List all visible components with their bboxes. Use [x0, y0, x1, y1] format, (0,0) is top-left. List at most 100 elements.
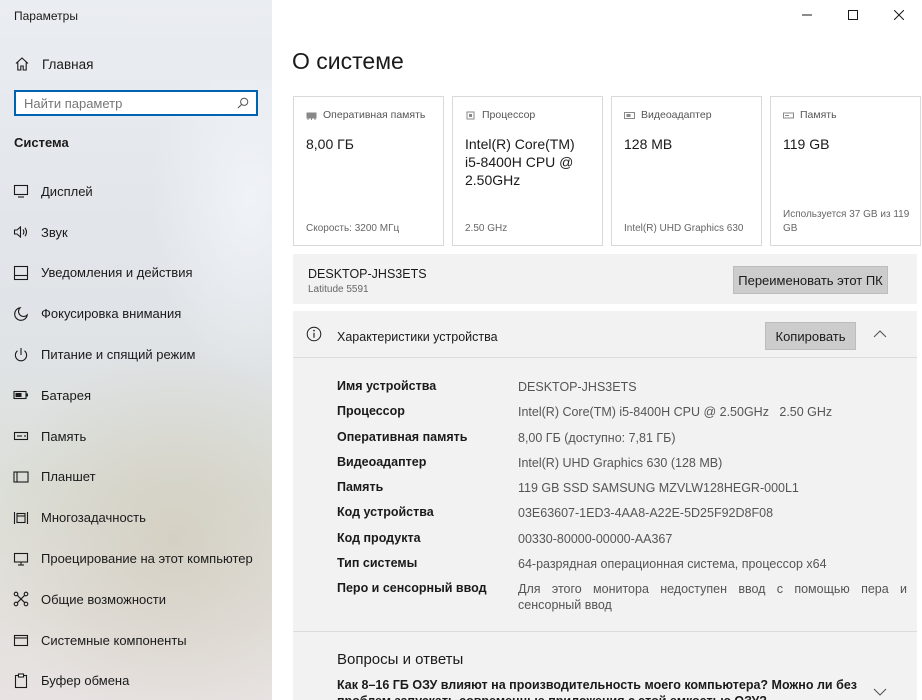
- clipboard-icon: [13, 673, 29, 689]
- card-sub: 2.50 GHz: [465, 223, 508, 234]
- pc-name: DESKTOP-JHS3ETS: [308, 267, 427, 281]
- maximize-button[interactable]: [830, 0, 876, 30]
- card-sub: Используется 37 GB из 119 GB: [783, 209, 910, 234]
- display-icon: [13, 183, 29, 199]
- spec-row: Процессор Intel(R) Core(TM) i5-8400H CPU …: [337, 404, 907, 429]
- sidebar-item-label: Многозадачность: [41, 510, 146, 526]
- battery-icon: [13, 387, 29, 403]
- sidebar-item-battery[interactable]: Батарея: [0, 375, 272, 416]
- spec-row: Имя устройства DESKTOP-JHS3ETS: [337, 379, 907, 404]
- sidebar-item-label: Уведомления и действия: [41, 265, 193, 281]
- device-specs-panel: Характеристики устройства Копировать Имя…: [293, 311, 917, 631]
- minimize-button[interactable]: [784, 0, 830, 30]
- sound-icon: [13, 224, 29, 240]
- sidebar-nav: Дисплей Звук Уведомления и действия Фоку…: [0, 171, 272, 700]
- card-value: Intel(R) Core(TM) i5-8400H CPU @ 2.50GHz: [465, 136, 575, 188]
- sidebar-item-display[interactable]: Дисплей: [0, 171, 272, 212]
- card-label: Видеоадаптер: [641, 109, 712, 121]
- close-icon: [894, 10, 904, 20]
- close-button[interactable]: [876, 0, 922, 30]
- card-sub: Intel(R) UHD Graphics 630: [624, 223, 744, 234]
- sidebar-item-tablet[interactable]: Планшет: [0, 457, 272, 498]
- device-specs-header[interactable]: Характеристики устройства Копировать: [293, 311, 917, 358]
- spec-key: Тип системы: [337, 556, 418, 571]
- spec-row: Перо и сенсорный ввод Для этого монитора …: [337, 581, 907, 613]
- info-icon: [306, 326, 322, 342]
- spec-value: 119 GB SSD SAMSUNG MZVLW128HEGR-000L1: [518, 481, 799, 496]
- sidebar-item-shared-experiences[interactable]: Общие возможности: [0, 579, 272, 620]
- sidebar-item-label: Батарея: [41, 387, 92, 403]
- power-icon: [13, 347, 29, 363]
- processor-icon: [466, 111, 475, 119]
- sidebar-item-label: Фокусировка внимания: [41, 306, 182, 322]
- spec-key: Имя устройства: [337, 379, 437, 393]
- multitasking-icon: [13, 510, 29, 526]
- app-title: Параметры: [14, 9, 78, 23]
- projecting-icon: [13, 551, 29, 567]
- spec-key: Перо и сенсорный ввод: [337, 581, 487, 596]
- search-icon[interactable]: [230, 92, 256, 114]
- search-input[interactable]: [16, 92, 230, 114]
- sidebar-item-label: Системные компоненты: [41, 632, 187, 648]
- card-value: 128 MB: [624, 136, 673, 152]
- spec-row: Код устройства 03E63607-1ED3-4AA8-A22E-5D…: [337, 505, 907, 530]
- system-components-icon: [13, 632, 29, 648]
- card-storage: Память 119 GB Используется 37 GB из 119 …: [770, 96, 921, 246]
- sidebar-item-label: Память: [41, 428, 87, 444]
- sidebar-item-label: Дисплей: [41, 183, 93, 199]
- spec-value: Для этого монитора недоступен ввод с пом…: [518, 582, 907, 613]
- copy-button[interactable]: Копировать: [765, 322, 856, 350]
- spec-value: 00330-80000-00000-AA367: [518, 531, 673, 546]
- sidebar-item-storage[interactable]: Память: [0, 416, 272, 457]
- sidebar-item-clipboard[interactable]: Буфер обмена: [0, 661, 272, 700]
- home-label: Главная: [42, 56, 94, 72]
- spec-key: Оперативная память: [337, 429, 468, 444]
- spec-value: 03E63607-1ED3-4AA8-A22E-5D25F92D8F08: [518, 506, 774, 521]
- main-content: О системе Оперативная память 8,00 ГБ Ско…: [272, 0, 922, 700]
- device-specs-title: Характеристики устройства: [337, 330, 498, 344]
- rename-pc-button[interactable]: Переименовать этот ПК: [733, 266, 888, 294]
- minimize-icon: [802, 14, 812, 16]
- card-value: 8,00 ГБ: [306, 136, 354, 152]
- pc-model: Latitude 5591: [308, 284, 369, 295]
- card-label: Процессор: [482, 109, 536, 121]
- maximize-icon: [848, 10, 858, 20]
- card-value: 119 GB: [783, 136, 830, 152]
- spec-row: Код продукта 00330-80000-00000-AA367: [337, 531, 907, 556]
- sidebar-item-notifications[interactable]: Уведомления и действия: [0, 253, 272, 294]
- spec-value: Intel(R) Core(TM) i5-8400H CPU @ 2.50GHz…: [518, 405, 833, 420]
- qa-title: Вопросы и ответы: [337, 651, 464, 668]
- card-processor: Процессор Intel(R) Core(TM) i5-8400H CPU…: [452, 96, 603, 246]
- gpu-icon: [624, 111, 635, 119]
- card-ram: Оперативная память 8,00 ГБ Скорость: 320…: [293, 96, 444, 246]
- sidebar-item-label: Питание и спящий режим: [41, 347, 196, 363]
- sidebar-item-label: Общие возможности: [41, 591, 167, 607]
- card-label: Оперативная память: [323, 109, 426, 121]
- spec-value: 64-разрядная операционная система, проце…: [518, 557, 827, 572]
- sidebar-item-label: Буфер обмена: [41, 673, 130, 689]
- summary-cards: Оперативная память 8,00 ГБ Скорость: 320…: [293, 96, 921, 246]
- tablet-icon: [13, 469, 29, 485]
- sidebar-item-projecting[interactable]: Проецирование на этот компьютер: [0, 538, 272, 579]
- home-icon: [14, 56, 30, 72]
- qa-question[interactable]: Как 8–16 ГБ ОЗУ влияют на производительн…: [337, 677, 857, 700]
- search-box[interactable]: [14, 90, 258, 116]
- home-nav-item[interactable]: Главная: [14, 54, 93, 74]
- spec-value: DESKTOP-JHS3ETS: [518, 380, 637, 394]
- pc-name-bar: DESKTOP-JHS3ETS Latitude 5591 Переименов…: [293, 254, 917, 304]
- spec-value: 8,00 ГБ (доступно: 7,81 ГБ): [518, 430, 676, 445]
- sidebar-item-multitasking[interactable]: Многозадачность: [0, 497, 272, 538]
- notifications-icon: [13, 265, 29, 281]
- spec-key: Процессор: [337, 404, 405, 419]
- spec-row: Тип системы 64-разрядная операционная сис…: [337, 556, 907, 581]
- card-gpu: Видеоадаптер 128 MB Intel(R) UHD Graphic…: [611, 96, 762, 246]
- sidebar-item-focus-assist[interactable]: Фокусировка внимания: [0, 293, 272, 334]
- spec-key: Видеоадаптер: [337, 454, 427, 469]
- sidebar-item-power[interactable]: Питание и спящий режим: [0, 334, 272, 375]
- spec-row: Видеоадаптер Intel(R) UHD Graphics 630 (1…: [337, 455, 907, 480]
- sidebar-item-sound[interactable]: Звук: [0, 212, 272, 253]
- sidebar-item-system-components[interactable]: Системные компоненты: [0, 620, 272, 661]
- section-title: Система: [14, 135, 69, 150]
- storage-icon: [783, 112, 794, 118]
- focus-assist-icon: [13, 306, 29, 322]
